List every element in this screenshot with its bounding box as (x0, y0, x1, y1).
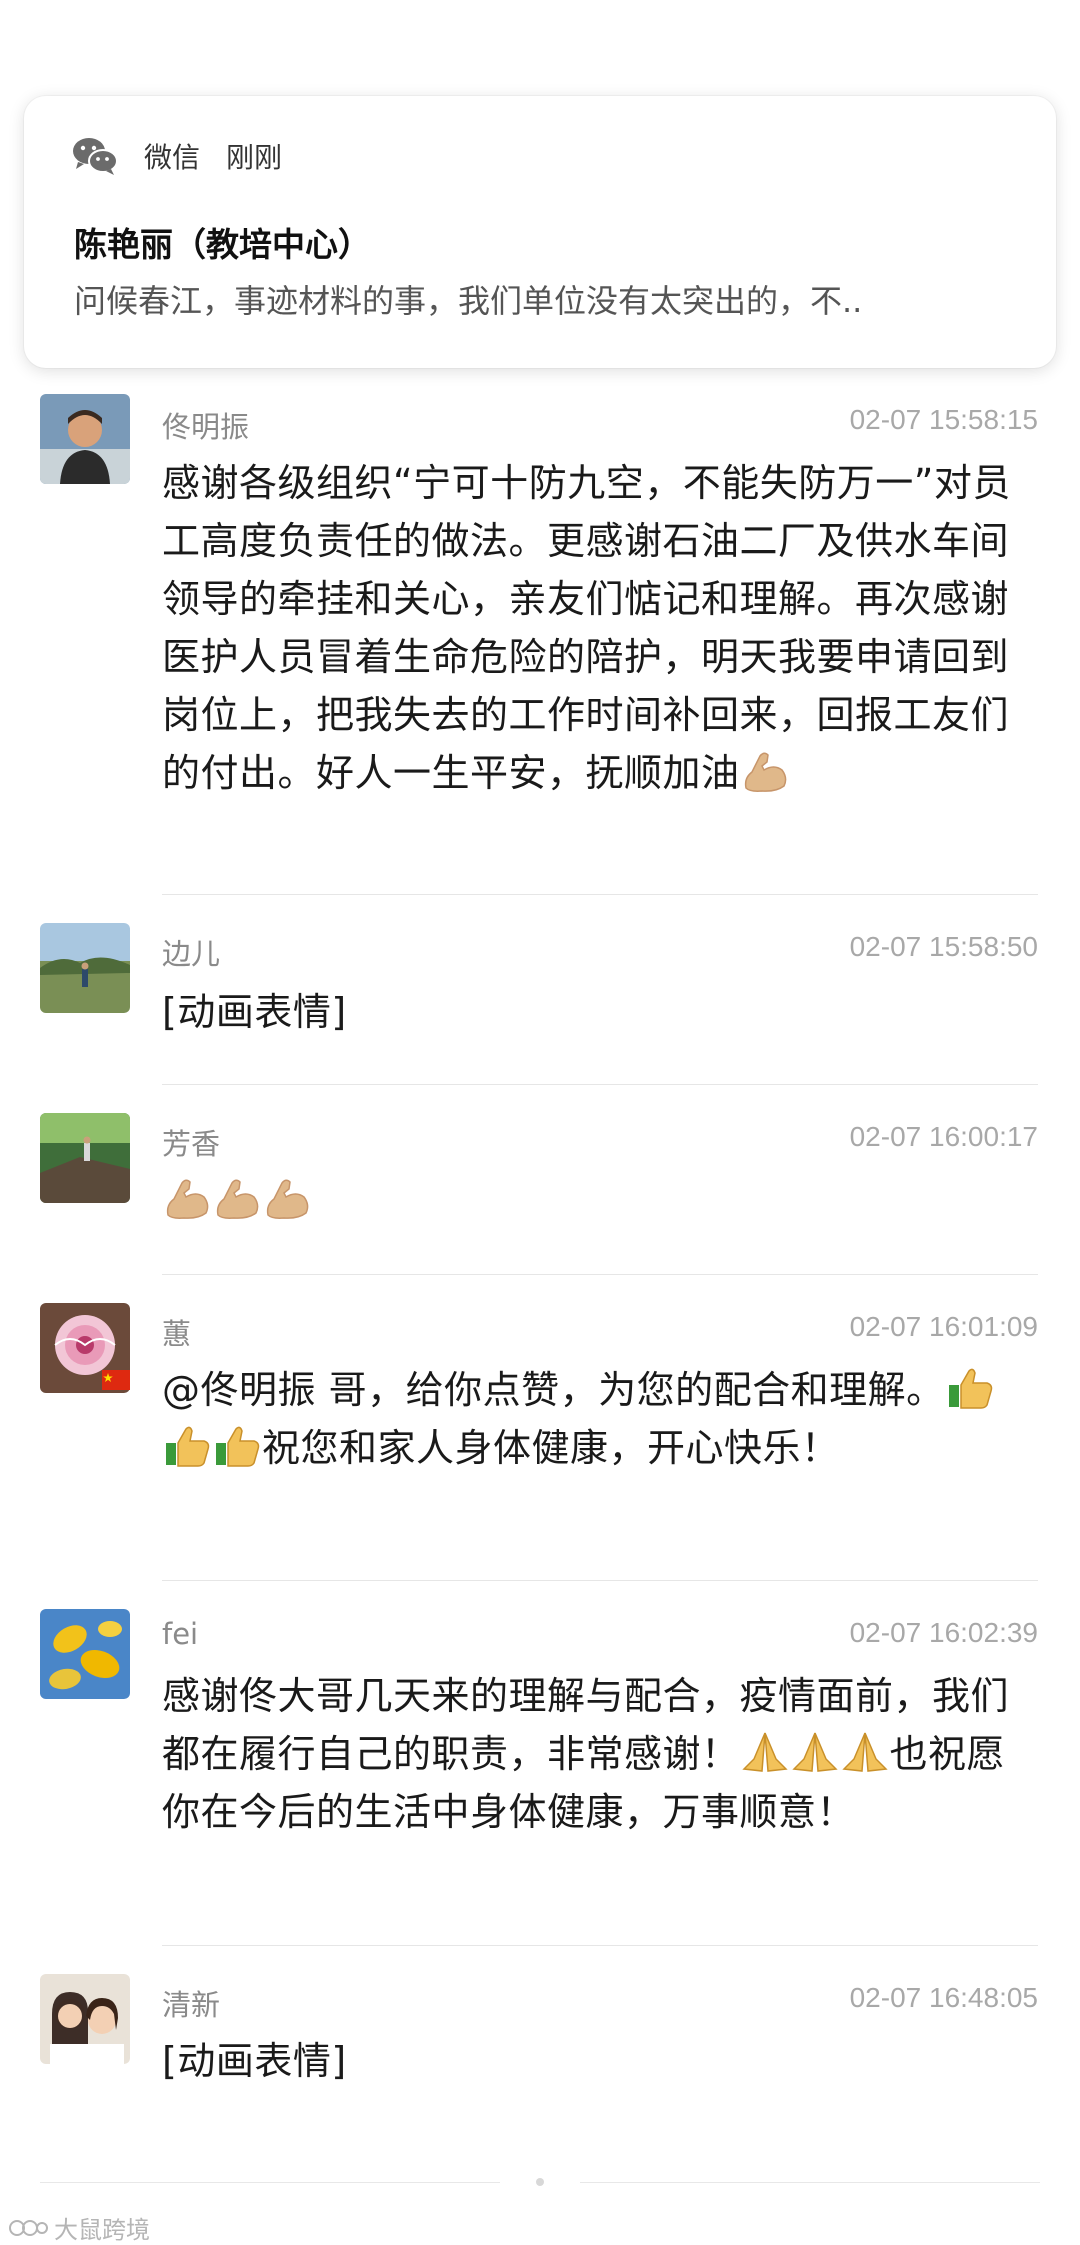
notification-app-name: 微信 (144, 141, 201, 174)
divider (580, 2182, 1040, 2183)
comment-text-part: @佟明振 哥，给你点赞，为您的配合和理解。 (162, 1368, 945, 1412)
comment-text-body: 感谢各级组织“宁可十防九空，不能失防万一”对员工高度负责任的做法。更感谢石油二厂… (162, 461, 1011, 795)
flexed-biceps-emoji (262, 1175, 312, 1221)
comment-time: 02-07 16:00:17 (849, 1121, 1038, 1152)
comment-item[interactable]: fei 02-07 16:02:39 感谢佟大哥几天来的理解与配合，疫情面前，我… (0, 1581, 1080, 1946)
folded-hands-emoji (840, 1729, 890, 1775)
comment-time: 02-07 15:58:15 (849, 404, 1038, 435)
avatar[interactable] (40, 1609, 130, 1699)
commenter-name[interactable]: 佟明振 (162, 404, 249, 446)
comment-time: 02-07 15:58:50 (849, 931, 1038, 962)
commenter-name[interactable]: 边儿 (162, 931, 220, 973)
commenter-name[interactable]: fei (162, 1617, 198, 1651)
notification-time: 刚刚 (226, 141, 283, 174)
avatar[interactable] (40, 1974, 130, 2064)
commenter-name[interactable]: 清新 (162, 1982, 220, 2024)
wechat-icon (72, 136, 118, 176)
china-flag-icon (102, 1370, 130, 1390)
avatar[interactable] (40, 394, 130, 484)
comment-text: 感谢各级组织“宁可十防九空，不能失防万一”对员工高度负责任的做法。更感谢石油二厂… (162, 454, 1042, 802)
comment-time: 02-07 16:02:39 (849, 1617, 1038, 1648)
flexed-biceps-emoji (212, 1175, 262, 1221)
comment-item[interactable]: 佟明振 02-07 15:58:15 感谢各级组织“宁可十防九空，不能失防万一”… (0, 370, 1080, 895)
bottom-bar: 大鼠跨境 (0, 2170, 1080, 2244)
folded-hands-emoji (790, 1729, 840, 1775)
watermark-logo-icon (8, 2217, 48, 2239)
comment-time: 02-07 16:01:09 (849, 1311, 1038, 1342)
watermark-text: 大鼠跨境 (54, 2216, 150, 2244)
folded-hands-emoji (740, 1729, 790, 1775)
thumbs-up-emoji (212, 1423, 262, 1469)
notification-preview: 问候春江，事迹材料的事，我们单位没有太突出的，不.. (74, 282, 863, 320)
comment-list: 佟明振 02-07 15:58:15 感谢各级组织“宁可十防九空，不能失防万一”… (0, 370, 1080, 2136)
flexed-biceps-emoji (162, 1175, 212, 1221)
divider (40, 2182, 500, 2183)
comment-item[interactable]: 边儿 02-07 15:58:50 [动画表情] (0, 895, 1080, 1085)
page-indicator-dot (536, 2178, 544, 2186)
flexed-biceps-emoji (740, 748, 790, 794)
watermark: 大鼠跨境 (8, 2210, 150, 2245)
notification-banner[interactable]: 微信 刚刚 陈艳丽（教培中心） 问候春江，事迹材料的事，我们单位没有太突出的，不… (24, 96, 1056, 368)
comment-text: 感谢佟大哥几天来的理解与配合，疫情面前，我们都在履行自己的职责，非常感谢！ 也祝愿… (162, 1667, 1042, 1841)
comment-text: [动画表情] (162, 990, 347, 1034)
comment-item[interactable]: 蕙 02-07 16:01:09 @佟明振 哥，给你点赞，为您的配合和理解。 祝您… (0, 1275, 1080, 1581)
comment-text: [动画表情] (162, 2039, 347, 2083)
comment-time: 02-07 16:48:05 (849, 1982, 1038, 2013)
avatar[interactable] (40, 923, 130, 1013)
commenter-name[interactable]: 蕙 (162, 1311, 191, 1353)
comment-text (162, 1171, 1042, 1229)
thumbs-up-emoji (162, 1423, 212, 1469)
commenter-name[interactable]: 芳香 (162, 1121, 220, 1163)
comment-text-part: 祝您和家人身体健康，开心快乐！ (262, 1426, 840, 1470)
comment-item[interactable]: 芳香 02-07 16:00:17 (0, 1085, 1080, 1275)
notification-header: 微信 刚刚 (72, 134, 282, 178)
comment-text: @佟明振 哥，给你点赞，为您的配合和理解。 祝您和家人身体健康，开心快乐！ (162, 1361, 1042, 1477)
thumbs-up-emoji (945, 1365, 995, 1411)
avatar[interactable] (40, 1113, 130, 1203)
comment-item[interactable]: 清新 02-07 16:48:05 [动画表情] (0, 1946, 1080, 2136)
notification-sender: 陈艳丽（教培中心） (74, 225, 371, 264)
